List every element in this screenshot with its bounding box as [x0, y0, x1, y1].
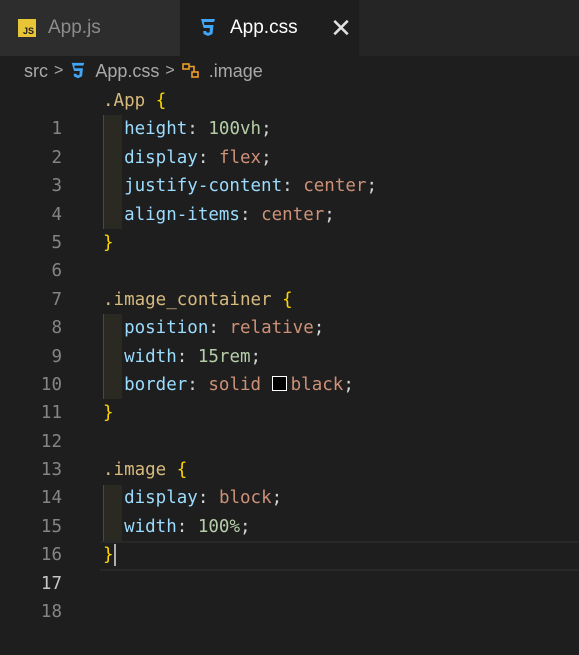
breadcrumb: src > App.css > .image: [0, 56, 579, 86]
text-cursor: [113, 544, 116, 567]
code-line: 12 }: [0, 399, 579, 451]
tab-label: App.css: [230, 17, 298, 38]
code-line: 13: [0, 428, 579, 480]
breadcrumb-symbol[interactable]: .image: [209, 61, 263, 82]
chevron-right-icon: >: [54, 62, 64, 79]
css-file-icon: [198, 17, 218, 39]
code-line: 10 width: 15rem;: [0, 343, 579, 395]
code-line: 3 display: flex;: [0, 144, 579, 196]
code-line: 11 border: solid black;: [0, 371, 579, 423]
code-line: 4 justify-content: center;: [0, 172, 579, 224]
js-file-icon: JS: [18, 19, 36, 37]
code-line: 7: [0, 257, 579, 310]
code-line: 15 display: block;: [0, 484, 579, 536]
breadcrumb-folder[interactable]: src: [24, 61, 48, 82]
chevron-right-icon: >: [165, 62, 175, 79]
code-line: 9 position: relative;: [0, 314, 579, 366]
color-swatch[interactable]: [271, 375, 287, 391]
code-line: 16 width: 100%;: [0, 513, 579, 565]
close-tab-icon[interactable]: ✕: [326, 13, 356, 43]
code-line: 6 }: [0, 229, 579, 281]
code-line: 1 .App {: [0, 87, 579, 139]
code-editor[interactable]: 1 .App { 2 height: 100vh; 3 display: fle…: [0, 87, 579, 622]
code-line: 5 align-items: center;: [0, 201, 579, 253]
code-line: 18: [0, 570, 579, 622]
symbol-class-icon: [181, 62, 201, 80]
tab-label: App.js: [48, 17, 101, 38]
code-line: 8 .image_container {: [0, 286, 579, 338]
tab-app-js[interactable]: JS App.js: [0, 0, 180, 56]
breadcrumb-file[interactable]: App.css: [95, 61, 159, 82]
code-line: 14 .image {: [0, 456, 579, 508]
css-file-icon: [69, 61, 87, 81]
line-number: 18: [40, 602, 62, 623]
code-line-active: 17 }: [0, 541, 579, 594]
code-line: 2 height: 100vh;: [0, 115, 579, 167]
tab-bar: JS App.js App.css ✕: [0, 0, 579, 56]
